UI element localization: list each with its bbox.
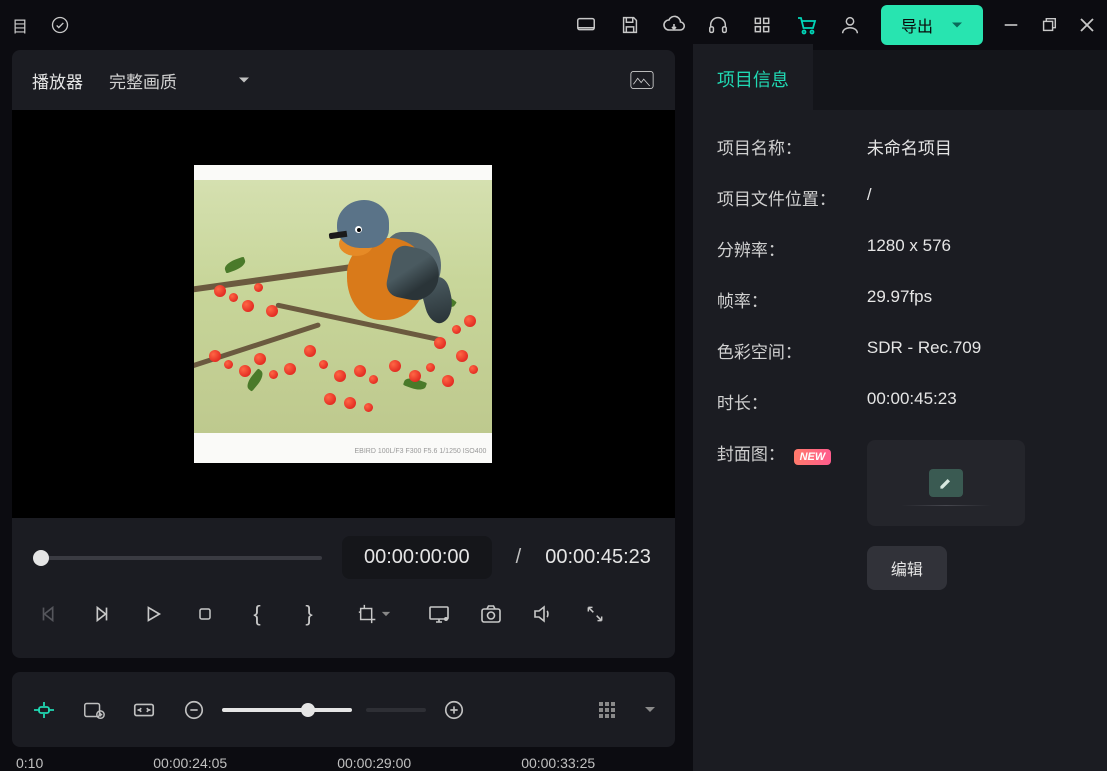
label-resolution: 分辨率： [717, 236, 867, 261]
edit-thumbnail-button[interactable]: 编辑 [867, 546, 947, 590]
total-duration: 00:00:45:23 [545, 546, 651, 569]
window-close-icon[interactable] [1077, 15, 1097, 35]
window-maximize-icon[interactable] [1039, 15, 1059, 35]
player-header: 播放器 完整画质 [12, 50, 675, 110]
time-mark: 00:00:24:05 [153, 755, 227, 771]
more-options-icon[interactable] [643, 696, 657, 724]
value-resolution: 1280 x 576 [867, 236, 951, 261]
value-colorspace: SDR - Rec.709 [867, 338, 981, 363]
video-frame-content: EBIRD 100L/F3 F300 F5.6 1/1250 ISO400 [194, 165, 492, 463]
timeline-toolbar [12, 672, 675, 747]
step-back-icon[interactable] [36, 601, 62, 627]
label-fps: 帧率： [717, 287, 867, 312]
video-preview[interactable]: EBIRD 100L/F3 F300 F5.6 1/1250 ISO400 [12, 110, 675, 518]
info-panel: 项目信息 项目名称： 未命名项目 项目文件位置： / 分辨率： 1280 x 5… [693, 50, 1107, 771]
value-fps: 29.97fps [867, 287, 932, 312]
label-project-name: 项目名称： [717, 134, 867, 159]
device-icon[interactable] [573, 12, 599, 38]
value-duration: 00:00:45:23 [867, 389, 957, 414]
pencil-icon [929, 469, 963, 497]
top-toolbar: 目 导出 [0, 0, 1107, 50]
play-icon[interactable] [140, 601, 166, 627]
headphones-icon[interactable] [705, 12, 731, 38]
timeline-ruler: 0:10 00:00:24:05 00:00:29:00 00:00:33:25 [12, 747, 675, 771]
zoom-out-icon[interactable] [180, 696, 208, 724]
label-colorspace: 色彩空间： [717, 338, 867, 363]
chevron-down-icon [951, 19, 963, 31]
track-view-icon[interactable] [593, 696, 621, 724]
time-mark: 00:00:33:25 [521, 755, 595, 771]
auto-cut-icon[interactable] [30, 696, 58, 724]
time-mark: 00:00:29:00 [337, 755, 411, 771]
label-duration: 时长： [717, 389, 867, 414]
check-circle-icon[interactable] [50, 15, 70, 35]
step-forward-icon[interactable] [88, 601, 114, 627]
export-button[interactable]: 导出 [881, 5, 983, 45]
quality-label: 完整画质 [109, 68, 177, 93]
zoom-in-icon[interactable] [440, 696, 468, 724]
quality-select[interactable]: 完整画质 [99, 62, 261, 99]
display-settings-icon[interactable] [426, 601, 452, 627]
transport-bar: 00:00:00:00 / 00:00:45:23 [12, 518, 675, 645]
fullscreen-icon[interactable] [582, 601, 608, 627]
volume-icon[interactable] [530, 601, 556, 627]
image-scope-icon[interactable] [629, 67, 655, 93]
chevron-down-icon [237, 73, 251, 87]
zoom-control [180, 696, 468, 724]
export-label: 导出 [901, 13, 933, 37]
scrub-slider[interactable] [36, 556, 322, 560]
label-thumbnail: 封面图： NEW [717, 440, 867, 465]
zoom-slider[interactable] [222, 708, 352, 712]
value-project-name: 未命名项目 [867, 134, 952, 159]
snapshot-icon[interactable] [478, 601, 504, 627]
new-badge: NEW [794, 449, 832, 465]
stop-icon[interactable] [192, 601, 218, 627]
current-time: 00:00:00:00 [342, 536, 492, 579]
cart-icon[interactable] [793, 12, 819, 38]
fit-width-icon[interactable] [130, 696, 158, 724]
mark-in-icon[interactable]: { [244, 601, 270, 627]
time-mark: 0:10 [16, 755, 43, 771]
cloud-download-icon[interactable] [661, 12, 687, 38]
player-panel: 播放器 完整画质 [12, 50, 675, 658]
value-project-path: / [867, 185, 872, 210]
user-icon[interactable] [837, 12, 863, 38]
label-project-path: 项目文件位置： [717, 185, 867, 210]
player-title: 播放器 [32, 68, 83, 93]
mark-out-icon[interactable]: } [296, 601, 322, 627]
crop-dropdown-icon[interactable] [348, 601, 400, 627]
marker-tool-icon[interactable] [80, 696, 108, 724]
menu-glyph[interactable]: 目 [10, 15, 30, 35]
save-icon[interactable] [617, 12, 643, 38]
tab-project-info[interactable]: 项目信息 [693, 44, 813, 110]
time-separator: / [512, 546, 526, 569]
grid-icon[interactable] [749, 12, 775, 38]
thumbnail-preview[interactable] [867, 440, 1025, 526]
window-minimize-icon[interactable] [1001, 15, 1021, 35]
